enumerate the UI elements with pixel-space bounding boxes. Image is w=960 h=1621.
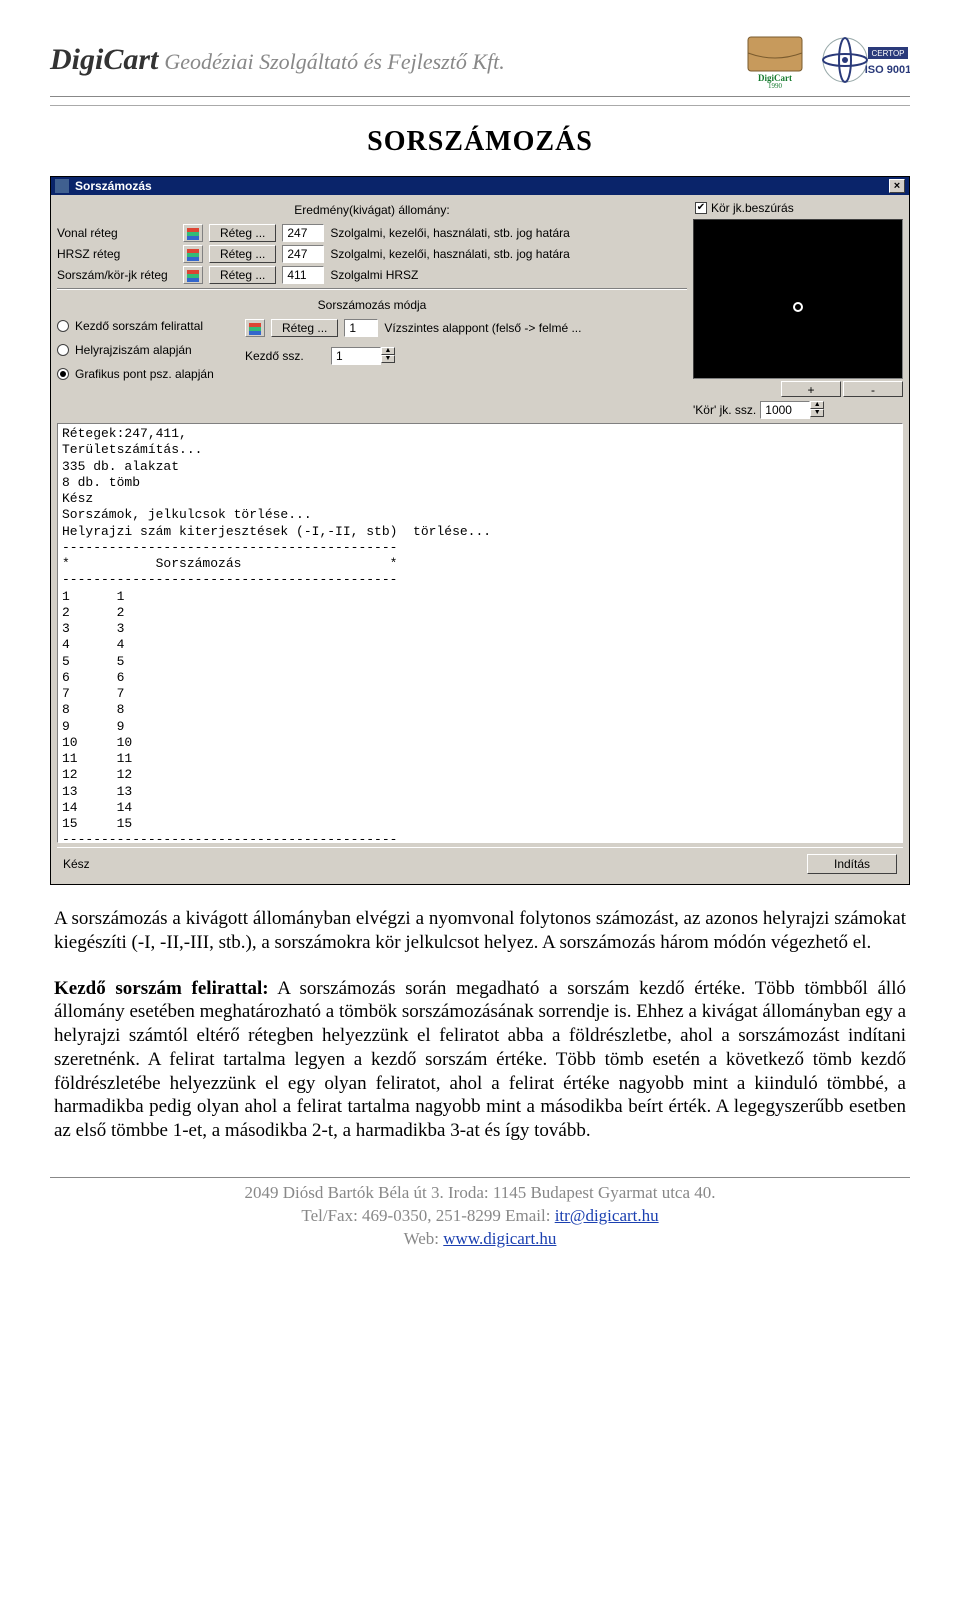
- spin-up-icon[interactable]: ▲: [381, 347, 395, 355]
- body-paragraph-1: A sorszámozás a kivágott állományban elv…: [54, 907, 906, 955]
- layers-icon[interactable]: [245, 319, 265, 337]
- zoom-out-button[interactable]: -: [843, 381, 903, 397]
- footer-web: Web: www.digicart.hu: [50, 1228, 910, 1251]
- reteg-desc: Szolgalmi HRSZ: [330, 268, 687, 282]
- radio-icon: [57, 320, 69, 332]
- page-footer: 2049 Diósd Bartók Béla út 3. Iroda: 1145…: [50, 1177, 910, 1251]
- footer-web-prefix: Web:: [404, 1229, 444, 1248]
- zoom-in-button[interactable]: +: [781, 381, 841, 397]
- radio-grafikus-pont[interactable]: Grafikus pont psz. alapján: [57, 367, 237, 381]
- reteg-button[interactable]: Réteg ...: [209, 245, 276, 263]
- svg-text:1990: 1990: [768, 82, 783, 88]
- kezdo-value[interactable]: 1: [331, 347, 381, 365]
- panel-divider: [57, 288, 687, 290]
- body-text-1: A sorszámozás a kivágott állományban elv…: [54, 908, 906, 953]
- checkbox-label: Kör jk.beszúrás: [711, 201, 794, 215]
- kezdo-label: Kezdő ssz.: [245, 349, 325, 363]
- company-name: DigiCart: [50, 43, 158, 77]
- window-titlebar[interactable]: Sorszámozás ×: [51, 177, 909, 195]
- reteg-desc: Szolgalmi, kezelői, használati, stb. jog…: [330, 247, 687, 261]
- page-header: DigiCart Geodéziai Szolgáltató és Fejles…: [50, 30, 910, 97]
- kor-beszuras-checkbox[interactable]: ✔ Kör jk.beszúrás: [693, 199, 903, 219]
- mode-reteg-row: Réteg ... 1 Vízszintes alappont (felső -…: [245, 319, 687, 337]
- window-icon: [55, 179, 69, 193]
- log-output[interactable]: Rétegek:247,411, Területszámítás... 335 …: [57, 423, 903, 843]
- footer-contact-prefix: Tel/Fax: 469-0350, 251-8299 Email:: [301, 1206, 554, 1225]
- page-title: SORSZÁMOZÁS: [50, 126, 910, 158]
- mode-kezdo-row: Kezdő ssz. 1 ▲ ▼: [245, 347, 687, 365]
- spin-down-icon[interactable]: ▼: [381, 355, 395, 363]
- row-sorszam-reteg: Sorszám/kör-jk réteg Réteg ... 411 Szolg…: [57, 266, 687, 284]
- layers-icon[interactable]: [183, 224, 203, 242]
- checkbox-icon: ✔: [695, 202, 707, 214]
- window-close-button[interactable]: ×: [889, 179, 905, 193]
- kor-ssz-value[interactable]: 1000: [760, 401, 810, 419]
- radio-icon: [57, 368, 69, 380]
- layers-icon[interactable]: [183, 266, 203, 284]
- circle-marker-icon: [793, 302, 803, 312]
- radio-label: Helyrajziszám alapján: [75, 343, 192, 357]
- row-label: Sorszám/kör-jk réteg: [57, 268, 177, 282]
- company-subtitle: Geodéziai Szolgáltató és Fejlesztő Kft.: [164, 49, 504, 75]
- body-paragraph-2: Kezdő sorszám felirattal: A sorszámozás …: [54, 977, 906, 1143]
- result-panel: Eredmény(kivágat) állomány: Vonal réteg …: [57, 199, 687, 419]
- svg-text:ISO 9001: ISO 9001: [865, 64, 910, 76]
- header-left: DigiCart Geodéziai Szolgáltató és Fejles…: [50, 43, 505, 77]
- footer-contact: Tel/Fax: 469-0350, 251-8299 Email: itr@d…: [50, 1205, 910, 1228]
- footer-web-link[interactable]: www.digicart.hu: [443, 1229, 556, 1248]
- svg-text:CERTOP: CERTOP: [871, 49, 904, 58]
- header-logos: DigiCart 1990 CERTOP ISO 9001: [740, 30, 910, 90]
- reteg-number[interactable]: 411: [282, 266, 324, 284]
- start-button[interactable]: Indítás: [807, 854, 897, 874]
- result-label: Eredmény(kivágat) állomány:: [57, 199, 687, 221]
- sorszamozas-window: Sorszámozás × Eredmény(kivágat) állomány…: [50, 176, 910, 885]
- spin-down-icon[interactable]: ▼: [810, 409, 824, 417]
- radio-kezdo-felirattal[interactable]: Kezdő sorszám felirattal: [57, 319, 237, 333]
- window-title: Sorszámozás: [75, 179, 152, 193]
- row-vonal-reteg: Vonal réteg Réteg ... 247 Szolgalmi, kez…: [57, 224, 687, 242]
- status-text: Kész: [63, 857, 90, 871]
- row-label: Vonal réteg: [57, 226, 177, 240]
- digicart-logo-icon: DigiCart 1990: [740, 30, 810, 90]
- footer-email-link[interactable]: itr@digicart.hu: [555, 1206, 659, 1225]
- radio-label: Kezdő sorszám felirattal: [75, 319, 203, 333]
- reteg-number[interactable]: 247: [282, 245, 324, 263]
- row-label: HRSZ réteg: [57, 247, 177, 261]
- reteg-desc: Vízszintes alappont (felső -> felmé ...: [384, 321, 687, 335]
- body-text-2: A sorszámozás során megadható a sorszám …: [54, 978, 906, 1142]
- layers-icon[interactable]: [183, 245, 203, 263]
- mode-title: Sorszámozás módja: [57, 294, 687, 316]
- reteg-button[interactable]: Réteg ...: [209, 266, 276, 284]
- spin-up-icon[interactable]: ▲: [810, 401, 824, 409]
- reteg-number[interactable]: 247: [282, 224, 324, 242]
- reteg-button[interactable]: Réteg ...: [271, 319, 338, 337]
- footer-address: 2049 Diósd Bartók Béla út 3. Iroda: 1145…: [50, 1182, 910, 1205]
- body-lead: Kezdő sorszám felirattal:: [54, 978, 269, 999]
- kor-ssz-label: 'Kör' jk. ssz.: [693, 403, 756, 417]
- reteg-desc: Szolgalmi, kezelői, használati, stb. jog…: [330, 226, 687, 240]
- reteg-number[interactable]: 1: [344, 319, 378, 337]
- header-divider: [50, 105, 910, 106]
- radio-helyrajziszam[interactable]: Helyrajziszám alapján: [57, 343, 237, 357]
- iso-logo-icon: CERTOP ISO 9001: [820, 30, 910, 90]
- preview-canvas[interactable]: [693, 219, 903, 379]
- radio-label: Grafikus pont psz. alapján: [75, 367, 214, 381]
- reteg-button[interactable]: Réteg ...: [209, 224, 276, 242]
- radio-icon: [57, 344, 69, 356]
- row-hrsz-reteg: HRSZ réteg Réteg ... 247 Szolgalmi, keze…: [57, 245, 687, 263]
